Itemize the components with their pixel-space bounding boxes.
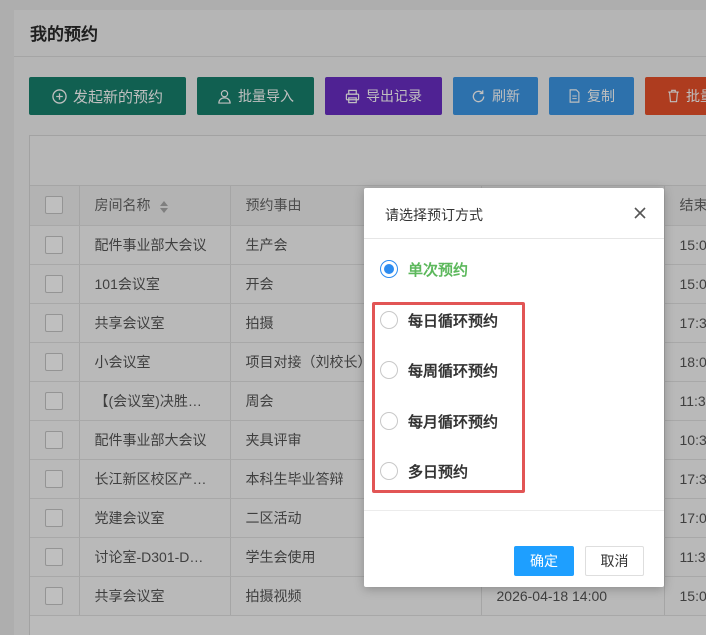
cancel-button[interactable]: 取消 — [585, 546, 644, 576]
radio-single-booking[interactable] — [380, 260, 398, 278]
dialog-footer-divider — [364, 510, 664, 511]
option-single-booking[interactable]: 单次预约 — [380, 254, 468, 284]
option-single-booking-label: 单次预约 — [408, 261, 469, 279]
highlight-box — [372, 302, 525, 493]
dialog-header: 请选择预订方式 — [364, 188, 664, 239]
close-icon[interactable] — [632, 205, 648, 221]
confirm-button[interactable]: 确定 — [514, 546, 574, 576]
booking-type-dialog: 请选择预订方式 单次预约 每日循环预约 每周循环预约 每月循环预约 多日预约 确… — [364, 188, 664, 587]
dialog-title: 请选择预订方式 — [385, 207, 483, 223]
